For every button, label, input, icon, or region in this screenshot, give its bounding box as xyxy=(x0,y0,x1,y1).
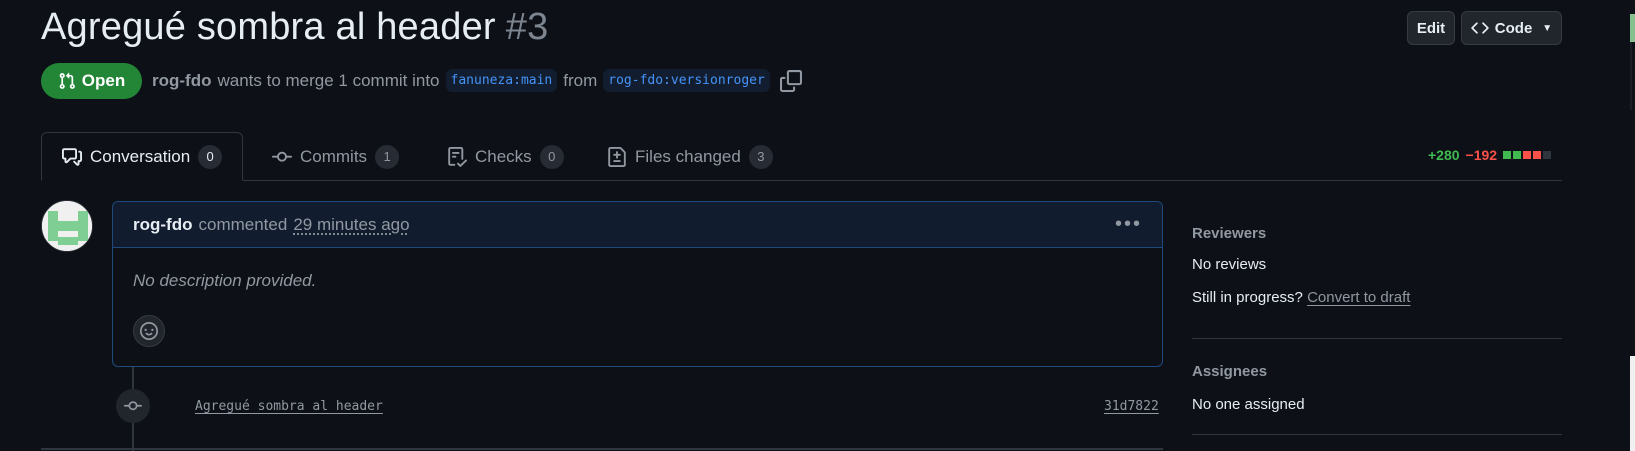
window-edge-light xyxy=(1630,356,1635,451)
diffstat-block-added xyxy=(1513,151,1522,159)
pr-number: #3 xyxy=(505,6,549,48)
edit-button[interactable]: Edit xyxy=(1407,11,1455,45)
diffstat-block-deleted xyxy=(1523,151,1532,159)
reviewers-value: No reviews xyxy=(1192,256,1267,273)
code-button[interactable]: Code ▼ xyxy=(1461,11,1562,45)
file-diff-icon xyxy=(608,146,626,167)
git-commit-icon xyxy=(124,401,142,411)
code-icon xyxy=(1471,22,1489,34)
checklist-icon xyxy=(448,146,467,167)
add-reaction-button[interactable] xyxy=(133,315,165,347)
diffstat-block-neutral xyxy=(1543,151,1552,159)
copy-icon[interactable] xyxy=(779,69,802,92)
tab-label: Checks xyxy=(475,146,532,166)
diffstat-block-deleted xyxy=(1533,151,1542,159)
timeline-commit-badge xyxy=(116,389,150,423)
head-branch[interactable]: rog-fdo:versionroger xyxy=(603,69,770,92)
diffstat-block-added xyxy=(1503,151,1512,159)
pr-title: Agregué sombra al header xyxy=(41,6,496,48)
identicon-image xyxy=(42,201,92,251)
reviewers-heading[interactable]: Reviewers xyxy=(1192,225,1266,242)
comment-timestamp[interactable]: 29 minutes ago xyxy=(293,215,409,235)
assignees-value: No one assigned xyxy=(1192,396,1305,413)
sidebar-divider xyxy=(1192,434,1562,435)
status-label: Open xyxy=(81,71,126,90)
sidebar-divider xyxy=(1192,338,1562,339)
diffstat-blocks xyxy=(1503,151,1552,159)
draft-prompt-text: Still in progress? xyxy=(1192,289,1303,306)
edit-button-label: Edit xyxy=(1416,19,1446,37)
author-link[interactable]: rog-fdo xyxy=(152,71,211,91)
tab-counter: 3 xyxy=(748,144,773,169)
smiley-icon xyxy=(140,322,158,340)
tab-counter: 0 xyxy=(198,144,223,169)
window-edge-accent xyxy=(1630,14,1635,42)
git-pull-request-icon xyxy=(59,72,75,89)
comment-discussion-icon xyxy=(62,147,82,166)
merge-text: wants to merge 1 commit into xyxy=(217,70,440,90)
tab-label: Conversation xyxy=(90,146,191,166)
commit-message-link[interactable]: Agregué sombra al header xyxy=(195,399,383,414)
tab-counter: 0 xyxy=(539,144,564,169)
tab-files-changed[interactable]: Files changed 3 xyxy=(607,132,773,181)
diffstat[interactable]: +280 −192 xyxy=(1428,147,1552,163)
comment-body: No description provided. xyxy=(133,271,317,290)
from-text: from xyxy=(563,70,598,90)
chevron-down-icon: ▼ xyxy=(1542,22,1553,34)
tab-counter: 1 xyxy=(375,144,400,169)
comment-header: rog-fdo commented 29 minutes ago ••• xyxy=(113,202,1162,248)
tab-label: Commits xyxy=(300,146,368,166)
comment-action: commented xyxy=(198,214,288,234)
status-badge: Open xyxy=(41,63,142,99)
timeline-divider xyxy=(41,448,1163,450)
commit-sha-link[interactable]: 31d7822 xyxy=(1104,399,1159,414)
additions-count: +280 xyxy=(1428,147,1460,163)
comment-author[interactable]: rog-fdo xyxy=(133,215,192,235)
convert-to-draft-link[interactable]: Convert to draft xyxy=(1307,289,1410,306)
draft-prompt: Still in progress? Convert to draft xyxy=(1192,289,1410,306)
base-branch[interactable]: fanuneza:main xyxy=(445,69,558,92)
tab-conversation[interactable]: Conversation 0 xyxy=(41,132,244,181)
avatar[interactable] xyxy=(41,200,93,252)
page-title: Agregué sombra al header #3 xyxy=(41,6,548,49)
git-commit-icon xyxy=(272,151,292,162)
merge-summary: rog-fdo wants to merge 1 commit into fan… xyxy=(152,69,802,92)
assignees-heading[interactable]: Assignees xyxy=(1192,363,1267,380)
tab-label: Files changed xyxy=(635,146,741,166)
kebab-horizontal-icon[interactable]: ••• xyxy=(1115,213,1142,236)
code-button-label: Code xyxy=(1494,19,1533,37)
deletions-count: −192 xyxy=(1465,147,1498,163)
tab-commits[interactable]: Commits 1 xyxy=(272,132,400,181)
tab-checks[interactable]: Checks 0 xyxy=(447,132,564,181)
tabs-divider xyxy=(41,180,1562,181)
comment-card: rog-fdo commented 29 minutes ago ••• No … xyxy=(112,201,1163,367)
